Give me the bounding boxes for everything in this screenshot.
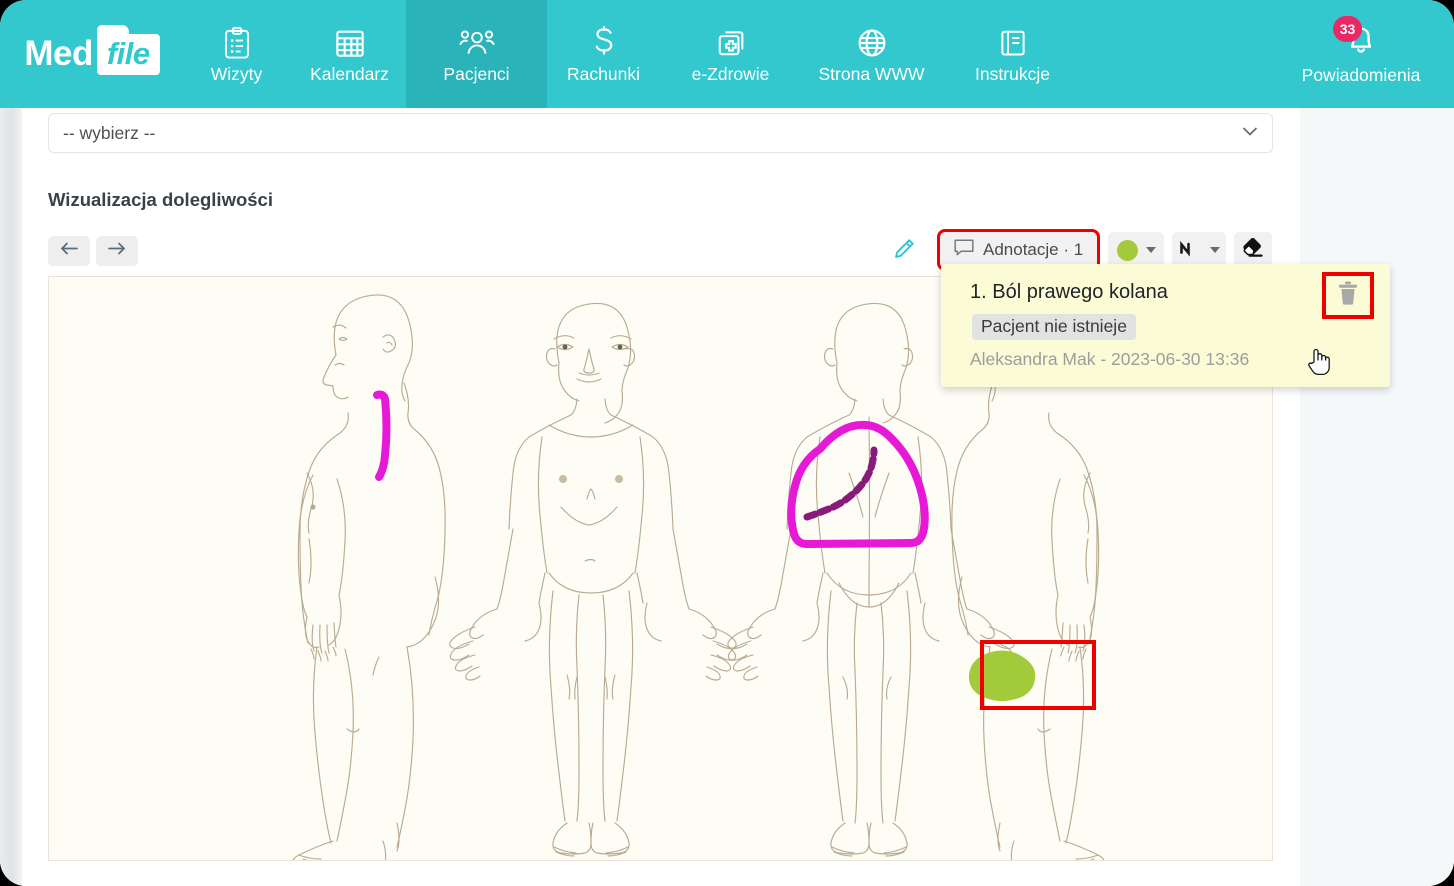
figure-side-left [292, 294, 446, 860]
right-gutter [1300, 108, 1454, 886]
dollar-icon [591, 25, 617, 61]
brand-prefix: Med [24, 34, 93, 73]
arrow-left-icon [59, 241, 79, 261]
app-window: Med file Wizyty Kalendarz Pacjenci Rachu… [0, 0, 1454, 886]
left-rail [0, 108, 22, 886]
arrow-right-icon [107, 241, 127, 261]
select-value: -- wybierz -- [63, 122, 156, 143]
trash-icon [1336, 280, 1360, 311]
eraser-button[interactable] [1234, 232, 1272, 268]
wave-line-icon [1178, 238, 1202, 263]
magenta-stroke-back [373, 390, 391, 481]
nav-item-label: Pacjenci [443, 63, 510, 84]
figure-front [449, 302, 737, 857]
annotation-marker-blob [968, 650, 1036, 702]
nav-item-kalendarz[interactable]: Kalendarz [293, 0, 406, 108]
annotations-label: Adnotacje · 1 [983, 240, 1084, 259]
nav-item-label: Instrukcje [975, 63, 1050, 84]
nav-item-rachunki[interactable]: Rachunki [547, 0, 660, 108]
pencil-icon [892, 237, 916, 266]
users-icon [458, 25, 495, 61]
notifications-label: Powiadomienia [1301, 65, 1421, 85]
annotation-meta: Aleksandra Mak - 2023-06-30 13:36 [970, 349, 1250, 369]
line-style-button[interactable] [1172, 232, 1226, 268]
edit-drawing-button[interactable] [886, 234, 922, 268]
nav-item-instrukcje[interactable]: Instrukcje [942, 0, 1083, 108]
drawing-marks [373, 390, 929, 548]
nav-item-e-zdrowie[interactable]: e-Zdrowie [660, 0, 801, 108]
top-navigation: Med file Wizyty Kalendarz Pacjenci Rachu… [0, 0, 1454, 108]
health-card-icon [716, 25, 746, 61]
nav-item-pacjenci[interactable]: Pacjenci [406, 0, 547, 108]
nav-item-label: Kalendarz [310, 63, 389, 84]
book-icon [998, 25, 1028, 61]
page-title: Wizualizacja dolegliwości [48, 189, 273, 210]
annotation-popup: 1. Ból prawego kolana Pacjent nie istnie… [941, 264, 1390, 387]
color-swatch-icon [1116, 239, 1138, 261]
brand-suffix: file [96, 24, 160, 75]
nav-item-wizyty[interactable]: Wizyty [180, 0, 293, 108]
brand-logo[interactable]: Med file [0, 0, 180, 108]
caret-down-icon [1145, 247, 1156, 253]
annotation-delete-button[interactable] [1322, 272, 1374, 319]
notifications-badge: 33 [1333, 16, 1362, 42]
annotation-tag: Pacjent nie istnieje [972, 314, 1136, 340]
nav-item-label: e-Zdrowie [691, 63, 770, 84]
pointer-hand-icon [1306, 346, 1332, 376]
next-view-button[interactable] [96, 236, 138, 266]
annotations-button[interactable]: Adnotacje · 1 [936, 229, 1101, 271]
chevron-down-icon [1242, 124, 1258, 142]
brand-logo-text: Med file [24, 24, 160, 75]
previous-view-button[interactable] [48, 236, 90, 266]
caret-down-icon [1210, 247, 1220, 253]
notifications-icon-wrap: 33 [1331, 16, 1391, 60]
select-dropdown[interactable]: -- wybierz -- [48, 113, 1273, 153]
color-picker-button[interactable] [1108, 232, 1164, 268]
globe-icon [856, 25, 888, 61]
eraser-icon [1241, 237, 1265, 264]
comment-icon [954, 238, 974, 262]
nav-item-strona-www[interactable]: Strona WWW [801, 0, 942, 108]
clipboard-icon [222, 25, 252, 61]
nav-item-label: Strona WWW [818, 63, 925, 84]
nav-items: Wizyty Kalendarz Pacjenci Rachunki e-Zdr… [180, 0, 1083, 108]
calendar-icon [334, 25, 366, 61]
nav-item-label: Wizyty [210, 63, 263, 84]
notifications-button[interactable]: 33 Powiadomienia [1268, 0, 1454, 108]
nav-item-label: Rachunki [567, 63, 640, 84]
annotation-title: 1. Ból prawego kolana [970, 281, 1168, 303]
